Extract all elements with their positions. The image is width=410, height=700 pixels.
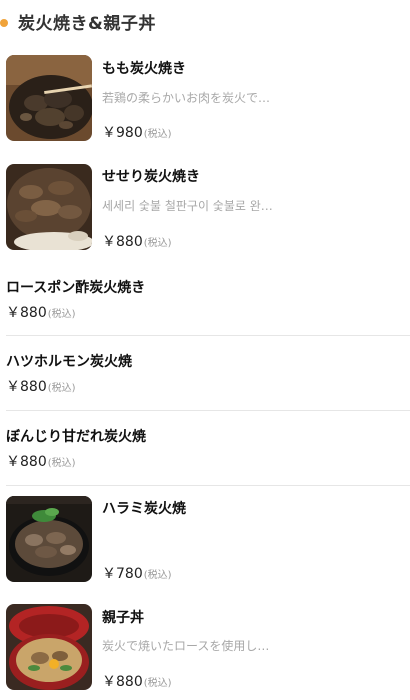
- price-value: ￥980: [102, 125, 143, 141]
- menu-item[interactable]: ぼんじり甘だれ炭火焼 ￥880(税込): [6, 421, 410, 481]
- menu-item-price: ￥880(税込): [102, 671, 172, 691]
- menu-item-photo: [6, 55, 92, 141]
- menu-item[interactable]: ロースポン酢炭火焼き ￥880(税込): [6, 272, 410, 332]
- price-value: ￥880: [102, 234, 143, 250]
- menu-item-photo: [6, 164, 92, 250]
- menu-item-description: 炭火で焼いたロースを使用し…: [102, 639, 270, 653]
- menu-item-price: ￥880(税込): [6, 451, 76, 471]
- menu-item-name: ロースポン酢炭火焼き: [6, 280, 146, 296]
- menu-item-price: ￥880(税込): [6, 376, 76, 396]
- menu-item[interactable]: 親子丼 炭火で焼いたロースを使用し… ￥880(税込): [6, 604, 410, 694]
- menu-item[interactable]: せせり炭火焼き 세세리 숯불 철판구이 숯불로 완… ￥880(税込): [6, 164, 410, 254]
- price-value: ￥880: [102, 674, 143, 690]
- tax-label: (税込): [47, 458, 76, 469]
- price-value: ￥880: [6, 454, 47, 470]
- menu-item-name: せせり炭火焼き: [102, 169, 200, 185]
- menu-item-price: ￥980(税込): [102, 122, 172, 142]
- tax-label: (税込): [143, 129, 172, 140]
- section-header: 炭火焼き&親子丼: [0, 0, 410, 44]
- price-value: ￥780: [102, 566, 143, 582]
- price-value: ￥880: [6, 305, 47, 321]
- divider: [6, 485, 410, 486]
- price-value: ￥880: [6, 379, 47, 395]
- menu-item-photo: [6, 496, 92, 582]
- tax-label: (税込): [47, 309, 76, 320]
- menu-item-price: ￥880(税込): [102, 231, 172, 251]
- menu-item[interactable]: ハツホルモン炭火焼 ￥880(税込): [6, 346, 410, 406]
- menu-item-description: 세세리 숯불 철판구이 숯불로 완…: [102, 199, 273, 213]
- menu-item[interactable]: もも炭火焼き 若鶏の柔らかいお肉を炭火で… ￥980(税込): [6, 55, 410, 145]
- divider: [6, 335, 410, 336]
- section-title: 炭火焼き&親子丼: [18, 14, 156, 34]
- menu-item-name: もも炭火焼き: [102, 61, 186, 77]
- menu-item-name: ハラミ炭火焼: [102, 501, 186, 517]
- menu-item-name: ぼんじり甘だれ炭火焼: [6, 429, 146, 445]
- menu-item-description: 若鶏の柔らかいお肉を炭火で…: [102, 91, 271, 105]
- tax-label: (税込): [143, 678, 172, 689]
- divider: [6, 410, 410, 411]
- menu-item-photo: [6, 604, 92, 690]
- section-dot-icon: [0, 19, 8, 27]
- menu-item-price: ￥880(税込): [6, 302, 76, 322]
- menu-item-name: 親子丼: [102, 610, 144, 626]
- menu-item-price: ￥780(税込): [102, 563, 172, 583]
- menu-item[interactable]: ハラミ炭火焼 ￥780(税込): [6, 496, 410, 586]
- tax-label: (税込): [143, 570, 172, 581]
- tax-label: (税込): [143, 238, 172, 249]
- menu-item-name: ハツホルモン炭火焼: [6, 354, 132, 370]
- tax-label: (税込): [47, 383, 76, 394]
